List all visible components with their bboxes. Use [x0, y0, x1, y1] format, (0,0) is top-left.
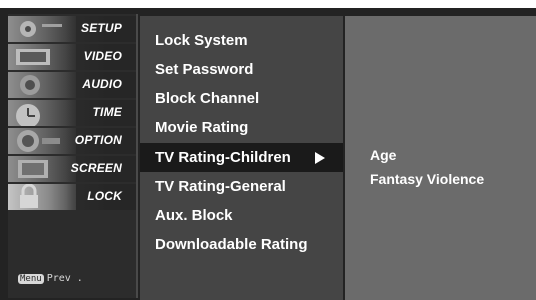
- menu-prev-text: Prev .: [46, 273, 83, 284]
- option-label: Downloadable Rating: [155, 236, 308, 253]
- subitem-age[interactable]: Age: [370, 147, 396, 163]
- menu-item-lock[interactable]: LOCK: [8, 184, 136, 210]
- main-menu-panel: SETUP VIDEO AUDIO TIME OPTION SCREEN LOC…: [8, 14, 138, 298]
- menu-key-icon: Menu: [18, 274, 44, 284]
- subitem-fantasy-violence[interactable]: Fantasy Violence: [370, 171, 484, 187]
- option-label: Lock System: [155, 32, 248, 49]
- menu-item-option[interactable]: OPTION: [8, 128, 136, 154]
- menu-item-label: AUDIO: [82, 77, 122, 91]
- menu-prev-hint: Menu Prev .: [18, 273, 83, 284]
- menu-item-label: LOCK: [87, 189, 122, 203]
- menu-item-setup[interactable]: SETUP: [8, 16, 136, 42]
- option-label: Block Channel: [155, 90, 260, 107]
- option-aux-block[interactable]: Aux. Block: [140, 201, 343, 230]
- chevron-right-icon: [315, 152, 325, 164]
- menu-item-time[interactable]: TIME: [8, 100, 136, 126]
- option-movie-rating[interactable]: Movie Rating: [140, 113, 343, 142]
- option-set-password[interactable]: Set Password: [140, 55, 343, 84]
- option-lock-system[interactable]: Lock System: [140, 26, 343, 55]
- rating-detail-panel: Age Fantasy Violence: [345, 16, 536, 300]
- option-downloadable-rating[interactable]: Downloadable Rating: [140, 230, 343, 259]
- option-label: Movie Rating: [155, 119, 249, 136]
- option-tv-rating-children[interactable]: TV Rating-Children: [140, 143, 343, 172]
- option-label: TV Rating-General: [155, 178, 286, 195]
- menu-item-label: SCREEN: [70, 161, 122, 175]
- menu-item-label: SETUP: [80, 21, 122, 35]
- option-block-channel[interactable]: Block Channel: [140, 84, 343, 113]
- menu-item-audio[interactable]: AUDIO: [8, 72, 136, 98]
- option-tv-rating-general[interactable]: TV Rating-General: [140, 172, 343, 201]
- menu-item-label: OPTION: [74, 133, 122, 147]
- option-label: Set Password: [155, 61, 254, 78]
- menu-item-label: TIME: [92, 105, 122, 119]
- menu-item-screen[interactable]: SCREEN: [8, 156, 136, 182]
- menu-item-video[interactable]: VIDEO: [8, 44, 136, 70]
- menu-item-label: VIDEO: [83, 49, 122, 63]
- lock-submenu-list: Lock System Set Password Block Channel M…: [140, 16, 343, 300]
- option-label: TV Rating-Children: [155, 149, 291, 166]
- option-label: Aux. Block: [155, 207, 233, 224]
